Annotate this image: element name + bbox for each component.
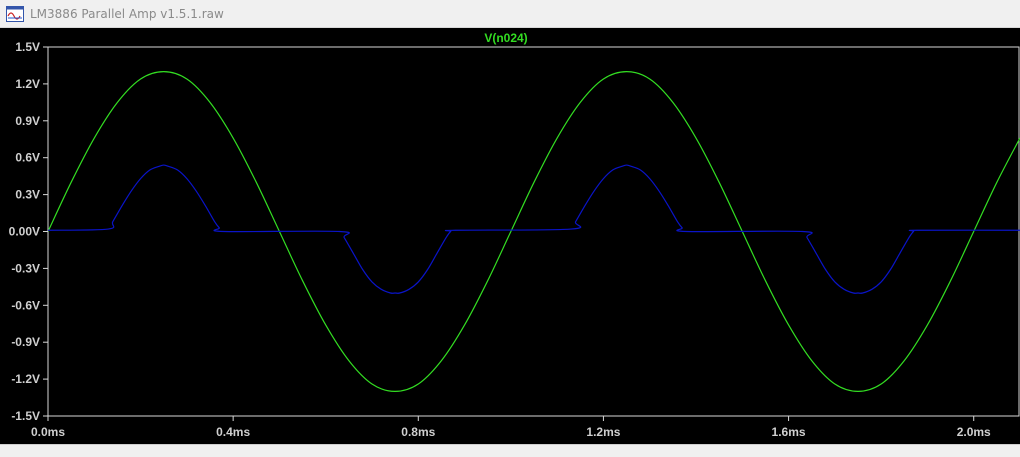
plot-traces — [48, 71, 1020, 392]
x-tick-label: 0.8ms — [401, 425, 435, 439]
y-tick-label: -1.2V — [11, 372, 40, 386]
y-tick-label: 0.00V — [9, 225, 40, 239]
y-tick-label: 0.9V — [15, 114, 40, 128]
waveform-plot[interactable]: V(n024) 1.5V 1.2V 0.9V 0.6V 0.3V 0.00V -0.3V -0… — [0, 28, 1020, 444]
x-tick-label: 0.0ms — [31, 425, 65, 439]
y-tick-label: 0.3V — [15, 188, 40, 202]
plot-border — [47, 46, 1020, 417]
y-tick-label: 1.5V — [15, 40, 40, 54]
plot-pane[interactable]: V(n024) 1.5V 1.2V 0.9V 0.6V 0.3V 0.00V -0.3V -0… — [0, 28, 1020, 444]
y-tick-label: 1.2V — [15, 77, 40, 91]
x-tick-label: 1.6ms — [772, 425, 806, 439]
plot-axes: 1.5V 1.2V 0.9V 0.6V 0.3V 0.00V -0.3V -0.6V -0.9V… — [9, 40, 1020, 439]
y-tick-label: -0.3V — [11, 261, 40, 275]
y-tick-label: 0.6V — [15, 151, 40, 165]
trace-v-n024[interactable] — [48, 71, 1020, 392]
chart-title[interactable]: V(n024) — [484, 31, 527, 45]
x-tick-label: 1.2ms — [586, 425, 620, 439]
y-tick-label: -1.5V — [11, 409, 40, 423]
title-bar: LM3886 Parallel Amp v1.5.1.raw — [0, 0, 1020, 28]
y-tick-label: -0.9V — [11, 335, 40, 349]
y-tick-label: -0.6V — [11, 298, 40, 312]
trace-blue[interactable] — [48, 164, 1020, 294]
window-bottom-edge — [0, 444, 1020, 457]
x-tick-label: 2.0ms — [957, 425, 991, 439]
window-title: LM3886 Parallel Amp v1.5.1.raw — [30, 7, 224, 21]
waveform-viewer-icon — [6, 6, 24, 22]
x-tick-label: 0.4ms — [216, 425, 250, 439]
